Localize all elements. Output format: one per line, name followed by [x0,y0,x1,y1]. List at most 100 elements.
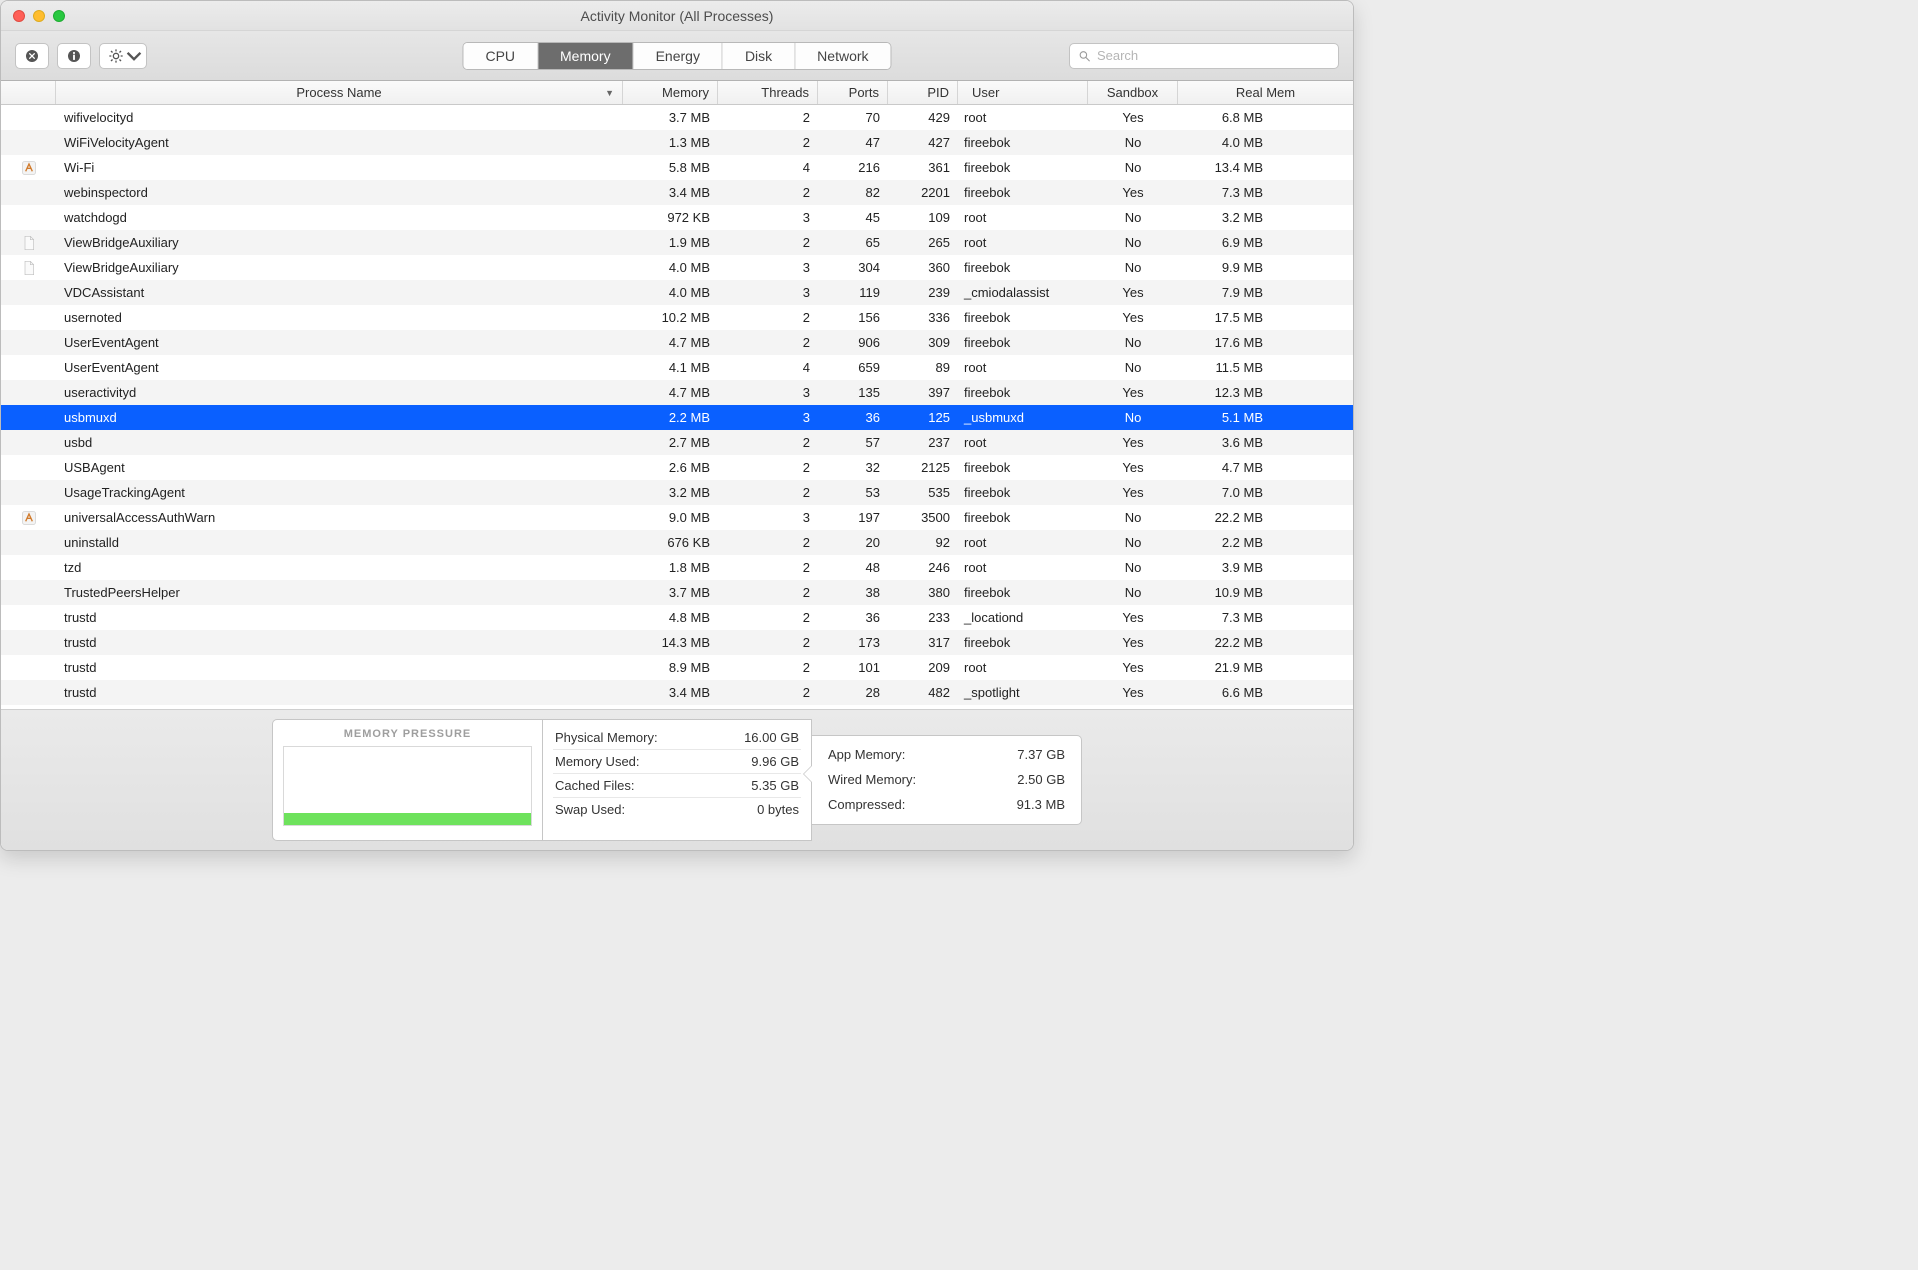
table-row[interactable]: trustd4.8 MB236233_locationdYes7.3 MB [1,605,1353,630]
stat-row: Memory Used:9.96 GB [553,750,801,774]
column-threads[interactable]: Threads [718,81,818,104]
table-row[interactable]: trustd8.9 MB2101209rootYes21.9 MB [1,655,1353,680]
column-ports[interactable]: Ports [818,81,888,104]
window-zoom-button[interactable] [53,10,65,22]
row-user: _locationd [958,610,1088,625]
row-user: _spotlight [958,685,1088,700]
table-row[interactable]: Wi-Fi5.8 MB4216361fireebokNo13.4 MB [1,155,1353,180]
tab-network[interactable]: Network [795,43,890,69]
column-process-name[interactable]: Process Name ▼ [56,81,623,104]
sort-descending-icon: ▼ [605,88,614,98]
row-pid: 246 [888,560,958,575]
column-memory[interactable]: Memory [623,81,718,104]
row-user: root [958,660,1088,675]
row-ports: 70 [818,110,888,125]
table-row[interactable]: trustd14.3 MB2173317fireebokYes22.2 MB [1,630,1353,655]
row-realmem: 7.9 MB [1178,285,1353,300]
process-table[interactable]: wifivelocityd3.7 MB270429rootYes6.8 MBWi… [1,105,1353,710]
table-row[interactable]: usernoted10.2 MB2156336fireebokYes17.5 M… [1,305,1353,330]
row-ports: 197 [818,510,888,525]
column-icon[interactable] [1,81,56,104]
tab-disk[interactable]: Disk [723,43,795,69]
row-memory: 2.7 MB [623,435,718,450]
column-realmem[interactable]: Real Mem [1178,81,1353,104]
table-row[interactable]: VDCAssistant4.0 MB3119239_cmiodalassistY… [1,280,1353,305]
row-ports: 82 [818,185,888,200]
column-user[interactable]: User [958,81,1088,104]
window-close-button[interactable] [13,10,25,22]
table-row[interactable]: USBAgent2.6 MB2322125fireebokYes4.7 MB [1,455,1353,480]
tab-energy[interactable]: Energy [634,43,723,69]
tab-cpu[interactable]: CPU [463,43,538,69]
row-threads: 4 [718,360,818,375]
table-row[interactable]: TrustedPeersHelper3.7 MB238380fireebokNo… [1,580,1353,605]
stat-value: 9.96 GB [751,754,799,769]
row-process-name: trustd [56,660,623,675]
table-row[interactable]: UserEventAgent4.1 MB465989rootNo11.5 MB [1,355,1353,380]
row-icon [1,259,56,276]
row-realmem: 7.3 MB [1178,185,1353,200]
search-input[interactable] [1097,48,1330,63]
activity-monitor-window: Activity Monitor (All Processes) [0,0,1354,851]
table-row[interactable]: webinspectord3.4 MB2822201fireebokYes7.3… [1,180,1353,205]
row-realmem: 4.0 MB [1178,135,1353,150]
column-pid[interactable]: PID [888,81,958,104]
row-threads: 2 [718,185,818,200]
row-user: fireebok [958,260,1088,275]
row-pid: 361 [888,160,958,175]
row-process-name: trustd [56,635,623,650]
stat-key: App Memory: [828,747,905,762]
row-threads: 2 [718,135,818,150]
table-row[interactable]: ViewBridgeAuxiliary1.9 MB265265rootNo6.9… [1,230,1353,255]
row-ports: 28 [818,685,888,700]
stat-row: Wired Memory:2.50 GB [822,767,1071,792]
row-memory: 4.7 MB [623,385,718,400]
row-sandbox: No [1088,160,1178,175]
row-sandbox: Yes [1088,385,1178,400]
row-sandbox: No [1088,135,1178,150]
row-pid: 237 [888,435,958,450]
table-row[interactable]: trustd3.4 MB228482_spotlightYes6.6 MB [1,680,1353,705]
row-memory: 3.7 MB [623,585,718,600]
row-process-name: universalAccessAuthWarn [56,510,623,525]
row-sandbox: No [1088,535,1178,550]
row-ports: 20 [818,535,888,550]
row-ports: 45 [818,210,888,225]
row-realmem: 17.5 MB [1178,310,1353,325]
info-button[interactable] [57,43,91,69]
settings-menu-button[interactable] [99,43,147,69]
row-process-name: watchdogd [56,210,623,225]
search-field[interactable] [1069,43,1339,69]
window-minimize-button[interactable] [33,10,45,22]
column-sandbox[interactable]: Sandbox [1088,81,1178,104]
row-sandbox: Yes [1088,610,1178,625]
table-row[interactable]: watchdogd972 KB345109rootNo3.2 MB [1,205,1353,230]
row-process-name: wifivelocityd [56,110,623,125]
table-row[interactable]: uninstalld676 KB22092rootNo2.2 MB [1,530,1353,555]
row-user: fireebok [958,310,1088,325]
row-sandbox: Yes [1088,660,1178,675]
table-row[interactable]: usbmuxd2.2 MB336125_usbmuxdNo5.1 MB [1,405,1353,430]
table-row[interactable]: UsageTrackingAgent3.2 MB253535fireebokYe… [1,480,1353,505]
table-row[interactable]: universalAccessAuthWarn9.0 MB31973500fir… [1,505,1353,530]
tab-memory[interactable]: Memory [538,43,634,69]
row-threads: 2 [718,460,818,475]
table-row[interactable]: ViewBridgeAuxiliary4.0 MB3304360fireebok… [1,255,1353,280]
stat-value: 2.50 GB [1017,772,1065,787]
table-row[interactable]: usbd2.7 MB257237rootYes3.6 MB [1,430,1353,455]
stop-process-button[interactable] [15,43,49,69]
table-row[interactable]: UserEventAgent4.7 MB2906309fireebokNo17.… [1,330,1353,355]
row-sandbox: Yes [1088,185,1178,200]
table-row[interactable]: useractivityd4.7 MB3135397fireebokYes12.… [1,380,1353,405]
document-icon [21,235,37,251]
row-threads: 2 [718,485,818,500]
table-row[interactable]: WiFiVelocityAgent1.3 MB247427fireebokNo4… [1,130,1353,155]
row-memory: 1.8 MB [623,560,718,575]
row-memory: 2.6 MB [623,460,718,475]
table-row[interactable]: wifivelocityd3.7 MB270429rootYes6.8 MB [1,105,1353,130]
gear-icon [108,48,124,64]
row-pid: 482 [888,685,958,700]
row-memory: 1.9 MB [623,235,718,250]
table-row[interactable]: tzd1.8 MB248246rootNo3.9 MB [1,555,1353,580]
row-ports: 48 [818,560,888,575]
